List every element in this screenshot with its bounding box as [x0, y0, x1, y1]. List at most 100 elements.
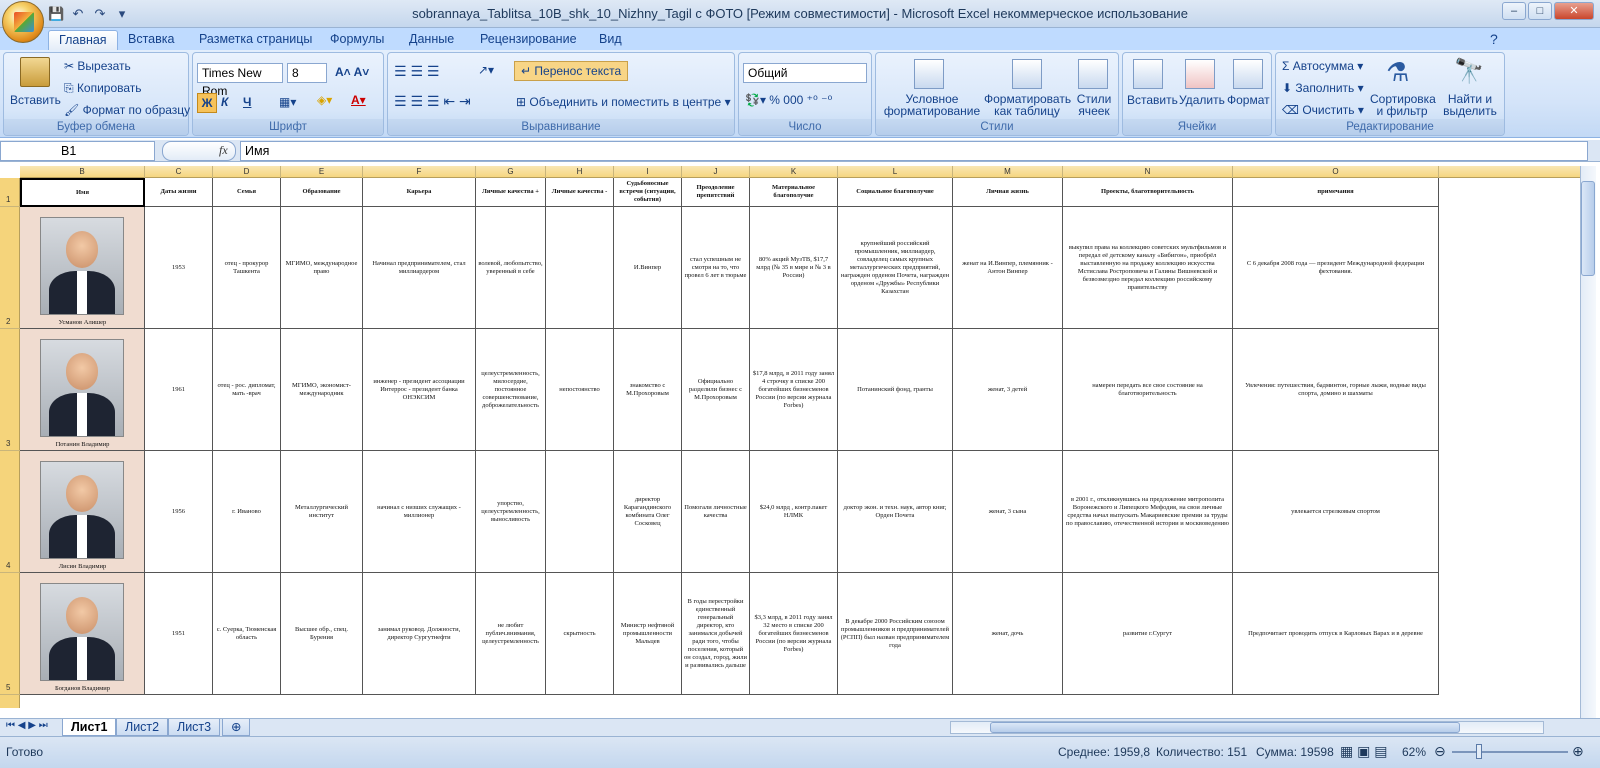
data-cell[interactable]: Увлечения: путешествия, бадминтон, горны…: [1233, 329, 1439, 451]
undo-icon[interactable]: ↶: [70, 6, 86, 22]
data-cell[interactable]: женат на И.Винпер, племянник - Антон Вин…: [953, 207, 1063, 329]
data-cell[interactable]: В годы перестройки единственный генераль…: [682, 573, 750, 695]
data-cell[interactable]: выкупил права на коллекцию советских мул…: [1063, 207, 1233, 329]
data-cell[interactable]: МГИМО, международное право: [281, 207, 363, 329]
data-cell[interactable]: [546, 207, 614, 329]
paste-icon[interactable]: [20, 57, 50, 87]
font-size-select[interactable]: 8: [287, 63, 327, 83]
data-cell[interactable]: 1951: [145, 573, 213, 695]
data-cell[interactable]: Предпочитает проводить отпуск в Карловых…: [1233, 573, 1439, 695]
sheet-tab-3[interactable]: Лист3: [168, 719, 221, 736]
data-cell[interactable]: г. Иваново: [213, 451, 281, 573]
horizontal-scroll-thumb[interactable]: [990, 722, 1460, 733]
row-header-2[interactable]: 2: [0, 207, 20, 329]
column-header-c[interactable]: C: [145, 166, 213, 178]
help-icon[interactable]: ?: [1480, 30, 1508, 50]
header-cell[interactable]: Даты жизни: [145, 178, 213, 207]
sheet-tab-1[interactable]: Лист1: [62, 719, 117, 736]
header-cell[interactable]: примечания: [1233, 178, 1439, 207]
header-cell[interactable]: Личные качества +: [476, 178, 546, 207]
person-photo[interactable]: [40, 339, 124, 437]
column-header-l[interactable]: L: [838, 166, 953, 178]
cut-button[interactable]: ✂ Вырезать: [64, 59, 131, 73]
align-top-icon[interactable]: ☰ ☰ ☰: [394, 63, 439, 80]
data-cell[interactable]: начинал с низших служащих - миллионер: [363, 451, 476, 573]
format-cells-button[interactable]: Формат: [1227, 93, 1270, 107]
data-cell[interactable]: $17,8 млрд, в 2011 году занял 4 строчку …: [750, 329, 838, 451]
sort-filter-button[interactable]: Сортировка и фильтр: [1370, 93, 1436, 117]
data-cell[interactable]: занимал руковод. Должности, директор Сур…: [363, 573, 476, 695]
font-name-select[interactable]: Times New Rom: [197, 63, 283, 98]
data-cell[interactable]: крупнейший российский промышленник, милл…: [838, 207, 953, 329]
data-cell[interactable]: целеустремленность, милосердие, постоянн…: [476, 329, 546, 451]
data-cell[interactable]: в 2001 г., откликнувшись на предложение …: [1063, 451, 1233, 573]
data-cell[interactable]: Начинал предпринимателем, стал миллиарде…: [363, 207, 476, 329]
data-cell[interactable]: директор Карагандинского комбината Олег …: [614, 451, 682, 573]
fill-button[interactable]: ⬇ Заполнить ▾: [1282, 81, 1364, 95]
delete-cells-button[interactable]: Удалить: [1179, 93, 1225, 107]
data-cell[interactable]: Министр нефтяной промышленности Мальцев: [614, 573, 682, 695]
tab-home[interactable]: Главная: [48, 30, 118, 50]
person-photo[interactable]: [40, 461, 124, 559]
cell-styles-button[interactable]: Стили ячеек: [1072, 93, 1116, 117]
find-select-button[interactable]: Найти и выделить: [1438, 93, 1502, 117]
minimize-button[interactable]: –: [1502, 2, 1526, 20]
column-header-b[interactable]: B: [20, 166, 145, 178]
tab-formulas[interactable]: Формулы: [320, 30, 394, 50]
clear-button[interactable]: ⌫ Очистить ▾: [1282, 103, 1364, 117]
close-button[interactable]: ✕: [1554, 2, 1594, 20]
tab-data[interactable]: Данные: [399, 30, 464, 50]
header-cell[interactable]: Преодоление препятствий: [682, 178, 750, 207]
data-cell[interactable]: отец - прокурор Ташкента: [213, 207, 281, 329]
header-cell[interactable]: Образование: [281, 178, 363, 207]
font-color-icon[interactable]: A▾: [351, 93, 366, 107]
data-cell[interactable]: Высшее обр., спец. Бурения: [281, 573, 363, 695]
person-photo[interactable]: [40, 583, 124, 681]
data-cell[interactable]: 1953: [145, 207, 213, 329]
tab-page-layout[interactable]: Разметка страницы: [189, 30, 322, 50]
save-icon[interactable]: 💾: [48, 6, 64, 22]
data-cell[interactable]: увлекается стрелковым спортом: [1233, 451, 1439, 573]
data-cell[interactable]: 1961: [145, 329, 213, 451]
data-cell[interactable]: [546, 451, 614, 573]
data-cell[interactable]: не любит публич.внимания, целеустремленн…: [476, 573, 546, 695]
data-cell[interactable]: упорство, целеустремленность, выносливос…: [476, 451, 546, 573]
column-header-k[interactable]: K: [750, 166, 838, 178]
underline-button[interactable]: Ч: [243, 95, 251, 109]
data-cell[interactable]: стал успешным не смотря на то, что прове…: [682, 207, 750, 329]
merge-center-button[interactable]: ⊞ Объединить и поместить в центре ▾: [516, 95, 731, 109]
data-cell[interactable]: намерен передать все свое состояние на б…: [1063, 329, 1233, 451]
conditional-format-button[interactable]: Условное форматирование: [880, 93, 984, 117]
zoom-level[interactable]: 62%: [1402, 745, 1426, 759]
data-cell[interactable]: С 6 декабря 2008 года — президент Междун…: [1233, 207, 1439, 329]
vertical-scroll-thumb[interactable]: [1581, 181, 1595, 276]
maximize-button[interactable]: □: [1528, 2, 1552, 20]
format-as-table-button[interactable]: Форматировать как таблицу: [984, 93, 1071, 117]
column-header-d[interactable]: D: [213, 166, 281, 178]
header-cell[interactable]: Проекты, благотворительность: [1063, 178, 1233, 207]
zoom-in-icon[interactable]: ⊕: [1572, 743, 1584, 760]
orientation-icon[interactable]: ↗▾: [478, 63, 494, 77]
data-cell[interactable]: с. Суерка, Тюменская область: [213, 573, 281, 695]
sheet-tab-2[interactable]: Лист2: [116, 719, 169, 736]
zoom-slider-thumb[interactable]: [1476, 744, 1482, 759]
insert-cells-button[interactable]: Вставить: [1127, 93, 1178, 107]
column-header-g[interactable]: G: [476, 166, 546, 178]
data-cell[interactable]: $3,3 млрд, в 2011 году занял 32 место в …: [750, 573, 838, 695]
column-header-n[interactable]: N: [1063, 166, 1233, 178]
header-cell[interactable]: Семья: [213, 178, 281, 207]
copy-button[interactable]: ⎘ Копировать: [64, 81, 142, 96]
data-cell[interactable]: доктор экон. и техн. наук, автор книг, О…: [838, 451, 953, 573]
column-header-i[interactable]: I: [614, 166, 682, 178]
data-cell[interactable]: отец - рос. дипломат, мать -врач: [213, 329, 281, 451]
align-left-icon[interactable]: ☰ ☰ ☰ ⇤ ⇥: [394, 93, 471, 110]
data-cell[interactable]: развитие г.Сургут: [1063, 573, 1233, 695]
data-cell[interactable]: волевой, любопытство, уверенный в себе: [476, 207, 546, 329]
header-cell[interactable]: Имя: [20, 178, 145, 207]
data-cell[interactable]: 80% акций МузТВ, $17,7 млрд (№ 35 в мире…: [750, 207, 838, 329]
tab-insert[interactable]: Вставка: [118, 30, 184, 50]
insert-sheet-icon[interactable]: ⊕: [222, 719, 251, 736]
data-cell[interactable]: женат, дочь: [953, 573, 1063, 695]
data-cell[interactable]: Потанинский фонд, гранты: [838, 329, 953, 451]
data-cell[interactable]: непостоянство: [546, 329, 614, 451]
